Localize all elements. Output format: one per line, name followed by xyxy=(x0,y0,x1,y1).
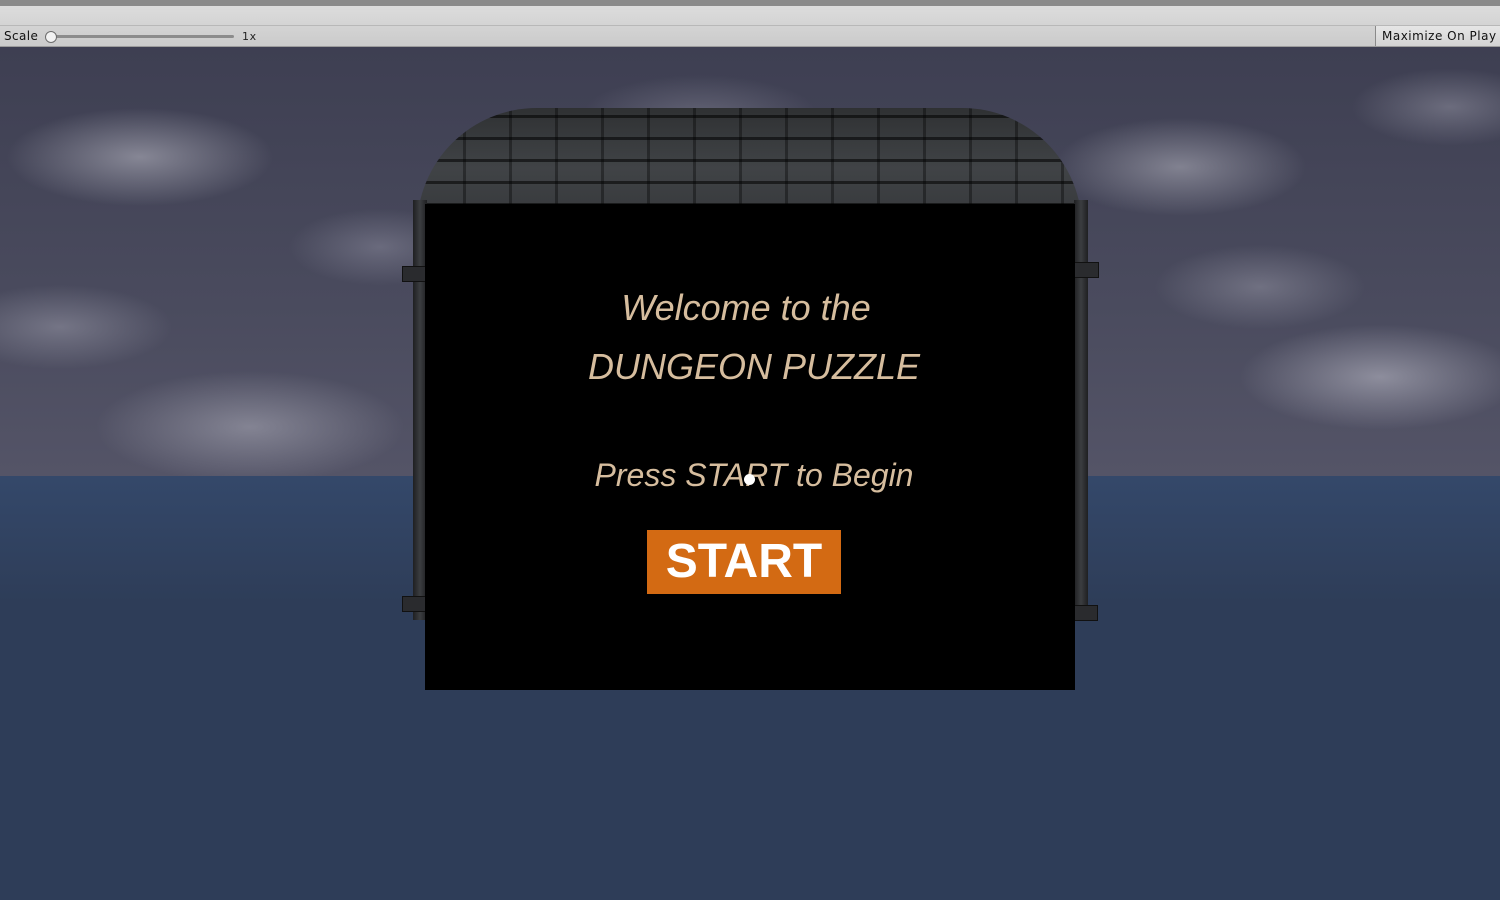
right-upper-bracket xyxy=(1073,262,1099,278)
main-menu-panel: Welcome to the DUNGEON PUZZLE Press STAR… xyxy=(425,204,1075,690)
scale-slider-track[interactable] xyxy=(50,35,234,38)
game-view-toolbar: Scale 1x Maximize On Play xyxy=(0,6,1500,47)
welcome-text: Welcome to the xyxy=(621,287,871,328)
game-view: Scale 1x Maximize On Play Welcome to the… xyxy=(0,0,1500,900)
maximize-on-play-toggle[interactable]: Maximize On Play xyxy=(1375,26,1500,46)
scale-label: Scale xyxy=(4,29,39,43)
crosshair-dot-icon xyxy=(744,474,755,485)
start-button[interactable]: START xyxy=(647,530,841,594)
scale-slider-thumb[interactable] xyxy=(45,31,57,43)
right-lower-bracket xyxy=(1072,605,1098,621)
toolbar-tab-strip xyxy=(0,6,1500,26)
game-title: DUNGEON PUZZLE xyxy=(587,346,921,387)
scale-value: 1x xyxy=(242,30,257,43)
